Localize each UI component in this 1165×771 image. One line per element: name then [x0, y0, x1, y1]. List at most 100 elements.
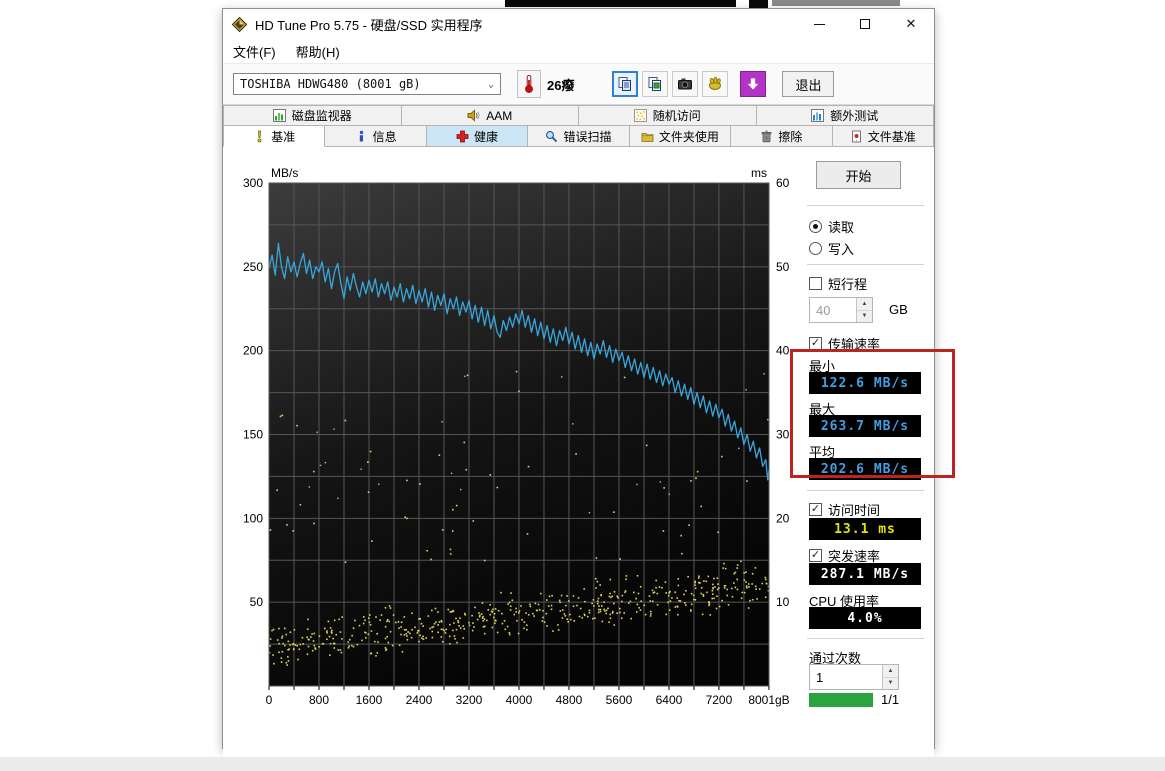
- checkbox-checked-icon: ✓: [809, 549, 822, 562]
- tab-aam[interactable]: AAM: [402, 105, 580, 126]
- error-scan-icon: [545, 130, 558, 143]
- svg-text:60: 60: [776, 176, 790, 190]
- access-time-checkbox[interactable]: ✓ 访问时间: [809, 501, 880, 517]
- screenshot-root: HD Tune Pro 5.75 - 硬盘/SSD 实用程序 ✕ 文件(F) 帮…: [0, 0, 1165, 771]
- checkbox-checked-icon: ✓: [809, 503, 822, 516]
- temperature-button[interactable]: [517, 70, 541, 98]
- short-stroke-checkbox[interactable]: 短行程: [809, 275, 867, 291]
- svg-text:4800: 4800: [556, 693, 583, 707]
- svg-text:ms: ms: [751, 166, 767, 180]
- divider: [807, 205, 924, 206]
- arrow-down-icon[interactable]: ▼: [857, 311, 872, 323]
- folder-usage-icon: [641, 130, 654, 143]
- copy-button[interactable]: [612, 71, 638, 97]
- close-icon: ✕: [906, 16, 917, 32]
- svg-text:300: 300: [243, 176, 263, 190]
- menu-help[interactable]: 帮助(H): [296, 42, 340, 61]
- arrow-up-icon[interactable]: ▲: [883, 665, 898, 678]
- minimize-button[interactable]: [796, 9, 842, 39]
- screenshot-button[interactable]: [672, 71, 698, 97]
- background-strip: [0, 757, 1165, 771]
- progress-bar: [809, 693, 873, 707]
- cpu-usage-value: 4.0%: [809, 607, 921, 629]
- copy-icon: [617, 76, 633, 92]
- svg-text:20: 20: [776, 511, 790, 525]
- toolbar: TOSHIBA HDWG480 (8001 gB) ⌄ 26癈: [223, 63, 934, 105]
- radio-unselected-icon: [809, 242, 822, 255]
- menu-file[interactable]: 文件(F): [233, 42, 276, 61]
- file-benchmark-icon: [850, 130, 863, 143]
- title-bar: HD Tune Pro 5.75 - 硬盘/SSD 实用程序 ✕: [223, 9, 934, 39]
- benchmark-chart: MB/sms3002502001501005060504030201008001…: [237, 161, 797, 713]
- burst-rate-checkbox[interactable]: ✓ 突发速率: [809, 547, 880, 563]
- radio-selected-icon: [809, 220, 822, 233]
- maximize-button[interactable]: [842, 9, 888, 39]
- arrow-down-icon[interactable]: ▼: [883, 678, 898, 690]
- stepper-arrows[interactable]: ▲▼: [856, 298, 872, 322]
- svg-text:30: 30: [776, 428, 790, 442]
- copy-image-button[interactable]: [642, 71, 668, 97]
- speaker-icon: [467, 109, 480, 122]
- divider: [807, 638, 924, 639]
- svg-text:2400: 2400: [406, 693, 433, 707]
- tab-extra-tests[interactable]: 额外测试: [757, 105, 935, 126]
- tab-folder-usage[interactable]: 文件夹使用: [630, 126, 731, 147]
- tab-info[interactable]: 信息: [325, 126, 426, 147]
- svg-text:50: 50: [250, 595, 264, 609]
- short-stroke-size-stepper[interactable]: 40 ▲▼: [809, 297, 873, 323]
- pass-count-stepper[interactable]: 1 ▲▼: [809, 664, 899, 690]
- svg-text:8001gB: 8001gB: [748, 693, 789, 707]
- burst-rate-value: 287.1 MB/s: [809, 563, 921, 585]
- benchmark-icon: [253, 130, 266, 143]
- gb-unit-label: GB: [889, 302, 908, 317]
- write-radio[interactable]: 写入: [809, 240, 854, 256]
- svg-text:7200: 7200: [706, 693, 733, 707]
- svg-text:3200: 3200: [456, 693, 483, 707]
- start-button[interactable]: 开始: [816, 161, 901, 189]
- svg-text:MB/s: MB/s: [271, 166, 298, 180]
- erase-icon: [760, 130, 773, 143]
- svg-text:10: 10: [776, 595, 790, 609]
- extra-tests-icon: [811, 109, 824, 122]
- health-icon: [456, 130, 469, 143]
- drive-selector-value: TOSHIBA HDWG480 (8001 gB): [240, 77, 421, 91]
- options-button[interactable]: [702, 71, 728, 97]
- tab-benchmark[interactable]: 基准: [223, 126, 325, 147]
- tab-erase[interactable]: 擦除: [731, 126, 832, 147]
- arrow-up-icon[interactable]: ▲: [857, 298, 872, 311]
- window-title: HD Tune Pro 5.75 - 硬盘/SSD 实用程序: [255, 15, 483, 34]
- tab-health[interactable]: 健康: [427, 126, 528, 147]
- tab-file-benchmark[interactable]: 文件基准: [833, 126, 934, 147]
- maximize-icon: [860, 19, 870, 29]
- save-results-button[interactable]: [740, 71, 766, 97]
- drive-selector-dropdown[interactable]: TOSHIBA HDWG480 (8001 gB) ⌄: [233, 73, 501, 95]
- svg-text:0: 0: [266, 693, 273, 707]
- exit-button[interactable]: 退出: [782, 71, 834, 97]
- checkbox-unchecked-icon: [809, 277, 822, 290]
- stepper-arrows[interactable]: ▲▼: [882, 665, 898, 689]
- svg-text:1600: 1600: [356, 693, 383, 707]
- tab-error-scan[interactable]: 错误扫描: [528, 126, 629, 147]
- tab-row-top: 磁盘监视器 AAM 随机访问 额外测试: [223, 105, 934, 126]
- divider: [807, 490, 924, 491]
- tab-random-access[interactable]: 随机访问: [579, 105, 757, 126]
- background-artifact: [749, 0, 768, 8]
- annotation-rectangle: [790, 349, 955, 478]
- checkbox-checked-icon: ✓: [809, 337, 822, 350]
- copy-image-icon: [647, 76, 663, 92]
- svg-text:4000: 4000: [506, 693, 533, 707]
- tab-row-bottom: 基准 信息 健康 错误扫描 文件夹使用 擦除: [223, 126, 934, 147]
- chevron-down-icon: ⌄: [488, 79, 494, 90]
- svg-text:100: 100: [243, 511, 263, 525]
- svg-text:5600: 5600: [606, 693, 633, 707]
- divider: [807, 264, 924, 265]
- tab-disk-monitor[interactable]: 磁盘监视器: [223, 105, 402, 126]
- hand-icon: [707, 76, 723, 92]
- thermometer-icon: [522, 74, 536, 94]
- svg-text:50: 50: [776, 260, 790, 274]
- svg-text:6400: 6400: [656, 693, 683, 707]
- close-button[interactable]: ✕: [888, 9, 934, 39]
- background-artifact: [772, 0, 900, 6]
- read-radio[interactable]: 读取: [809, 218, 854, 234]
- menu-bar: 文件(F) 帮助(H): [223, 39, 934, 63]
